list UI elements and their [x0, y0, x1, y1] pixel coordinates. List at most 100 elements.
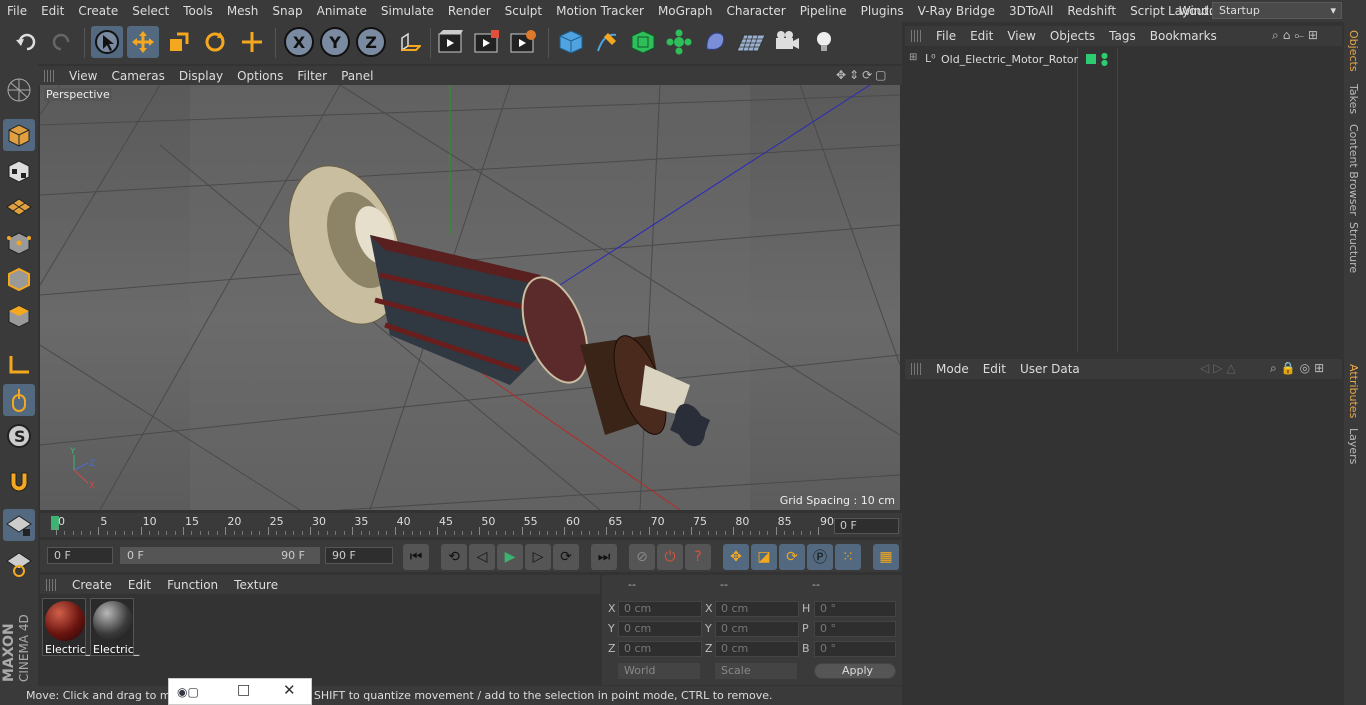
planar-workplane-icon[interactable] — [3, 548, 35, 580]
render-settings-icon[interactable] — [507, 26, 539, 58]
material-menu-create[interactable]: Create — [64, 578, 120, 592]
minimized-window[interactable]: ◉▢ □ ✕ — [168, 678, 312, 705]
previous-frame-icon[interactable]: ◁ — [469, 544, 495, 570]
menu-item-sculpt[interactable]: Sculpt — [498, 4, 549, 18]
object-menu-objects[interactable]: Objects — [1043, 29, 1102, 43]
floor-environment-icon[interactable] — [735, 26, 767, 58]
workplane-icon[interactable] — [3, 191, 35, 223]
menu-item-snap[interactable]: Snap — [265, 4, 309, 18]
coordinate-system-icon[interactable] — [393, 26, 425, 58]
coordinate-space-dropdown[interactable]: World — [618, 663, 700, 679]
viewport-menu-panel[interactable]: Panel — [334, 69, 380, 83]
viewport-menu-options[interactable]: Options — [230, 69, 290, 83]
material-menu-function[interactable]: Function — [159, 578, 226, 592]
attributes-tools[interactable]: ⌕🔒◎⊞ — [1270, 361, 1328, 376]
render-view-icon[interactable] — [435, 26, 467, 58]
material-swatch[interactable]: Electric_ — [90, 598, 139, 656]
material-swatch[interactable]: Electric_ — [42, 598, 91, 656]
record-keys-icon[interactable]: ⊘ — [629, 544, 655, 570]
subdivision-generator-icon[interactable] — [627, 26, 659, 58]
object-menu-bookmarks[interactable]: Bookmarks — [1143, 29, 1224, 43]
maximize-icon[interactable]: □ — [237, 682, 250, 698]
record-pla-icon[interactable]: ⁙ — [835, 544, 861, 570]
tab-structure[interactable]: Structure — [1347, 222, 1360, 273]
menu-item-animate[interactable]: Animate — [310, 4, 374, 18]
light-icon[interactable] — [808, 26, 840, 58]
viewport-menu-view[interactable]: View — [62, 69, 104, 83]
object-menu-edit[interactable]: Edit — [963, 29, 1000, 43]
current-frame-field[interactable]: 0 F — [834, 518, 899, 534]
snap-toggle-icon[interactable]: S — [3, 420, 35, 452]
size-x-field[interactable]: 0 cm — [715, 601, 799, 617]
record-rotation-icon[interactable]: ⟳ — [779, 544, 805, 570]
expand-icon[interactable]: ⊞ — [909, 52, 917, 63]
menu-item-motion-tracker[interactable]: Motion Tracker — [549, 4, 651, 18]
menu-item-mograph[interactable]: MoGraph — [651, 4, 720, 18]
tab-objects[interactable]: Objects — [1347, 30, 1360, 72]
apply-button[interactable]: Apply — [814, 663, 896, 679]
layer-color-icon[interactable] — [1086, 54, 1096, 64]
model-mode-icon[interactable] — [3, 119, 35, 151]
menu-item-character[interactable]: Character — [719, 4, 792, 18]
viewport-nav-icons[interactable]: ✥⇕⟳▢ — [836, 68, 898, 82]
record-position-icon[interactable]: ✥ — [723, 544, 749, 570]
panel-grip-icon[interactable] — [911, 363, 923, 375]
y-axis-lock-icon[interactable]: Y — [320, 27, 350, 57]
size-mode-dropdown[interactable]: Scale — [715, 663, 797, 679]
autokey-icon[interactable]: ⏻ — [657, 544, 683, 570]
render-to-picture-viewer-icon[interactable] — [471, 26, 503, 58]
tweak-mode-icon[interactable] — [3, 384, 35, 416]
scale-tool-icon[interactable] — [163, 26, 195, 58]
menu-item-script[interactable]: Script — [1123, 4, 1172, 18]
3d-viewport[interactable]: Y Z X Perspective Grid Spacing : 10 cm — [40, 85, 900, 510]
material-menu-texture[interactable]: Texture — [226, 578, 286, 592]
move-tool-icon[interactable] — [127, 26, 159, 58]
locked-workplane-icon[interactable] — [3, 509, 35, 541]
go-to-start-icon[interactable]: ⏮ — [403, 544, 429, 570]
size-z-field[interactable]: 0 cm — [715, 641, 799, 657]
go-to-end-icon[interactable]: ⏭ — [591, 544, 617, 570]
magnet-icon[interactable] — [3, 466, 35, 498]
points-mode-icon[interactable] — [3, 227, 35, 259]
edges-mode-icon[interactable] — [3, 263, 35, 295]
panel-grip-icon[interactable] — [911, 30, 923, 42]
menu-item-file[interactable]: File — [0, 4, 34, 18]
rotation-b-field[interactable]: 0 ° — [814, 641, 896, 657]
object-name[interactable]: Old_Electric_Motor_Rotor — [941, 53, 1078, 66]
viewport-menu-display[interactable]: Display — [172, 69, 230, 83]
attributes-nav-icons[interactable]: ◁▷△ — [1200, 361, 1240, 375]
panel-grip-icon[interactable] — [46, 578, 58, 591]
object-menu-tags[interactable]: Tags — [1102, 29, 1143, 43]
attributes-menu-user-data[interactable]: User Data — [1013, 362, 1087, 376]
menu-item-select[interactable]: Select — [125, 4, 176, 18]
material-menu-edit[interactable]: Edit — [120, 578, 159, 592]
undo-icon[interactable] — [10, 26, 42, 58]
tab-layers[interactable]: Layers — [1347, 428, 1360, 464]
previous-key-icon[interactable]: ⟲ — [441, 544, 467, 570]
start-frame-field[interactable]: 0 F — [47, 547, 113, 564]
menu-item-simulate[interactable]: Simulate — [374, 4, 441, 18]
position-y-field[interactable]: 0 cm — [618, 621, 702, 637]
x-axis-lock-icon[interactable]: X — [284, 27, 314, 57]
viewport-label[interactable]: Perspective — [44, 88, 112, 101]
visibility-dots-icon[interactable]: ● ● — [1101, 52, 1108, 67]
tab-attributes[interactable]: Attributes — [1347, 364, 1360, 418]
object-manager[interactable]: ⊞ L⁰ Old_Electric_Motor_Rotor ● ● — [905, 48, 1342, 352]
viewport-menu-cameras[interactable]: Cameras — [104, 69, 171, 83]
close-icon[interactable]: ✕ — [283, 681, 296, 699]
tab-takes[interactable]: Takes — [1347, 84, 1360, 114]
redo-icon[interactable] — [46, 26, 78, 58]
camera-icon[interactable] — [771, 26, 803, 58]
menu-item-edit[interactable]: Edit — [34, 4, 71, 18]
viewport-menu-filter[interactable]: Filter — [290, 69, 334, 83]
frame-range-slider[interactable]: 0 F 90 F — [120, 547, 320, 564]
menu-item-plugins[interactable]: Plugins — [854, 4, 911, 18]
z-axis-lock-icon[interactable]: Z — [356, 27, 386, 57]
pen-spline-icon[interactable] — [591, 26, 623, 58]
menu-item-create[interactable]: Create — [71, 4, 125, 18]
position-x-field[interactable]: 0 cm — [618, 601, 702, 617]
keyframe-selection-icon[interactable]: ? — [685, 544, 711, 570]
attributes-menu-edit[interactable]: Edit — [976, 362, 1013, 376]
cloner-icon[interactable] — [663, 26, 695, 58]
object-manager-tools[interactable]: ⌕⌂⟜⊞ — [1272, 28, 1322, 43]
